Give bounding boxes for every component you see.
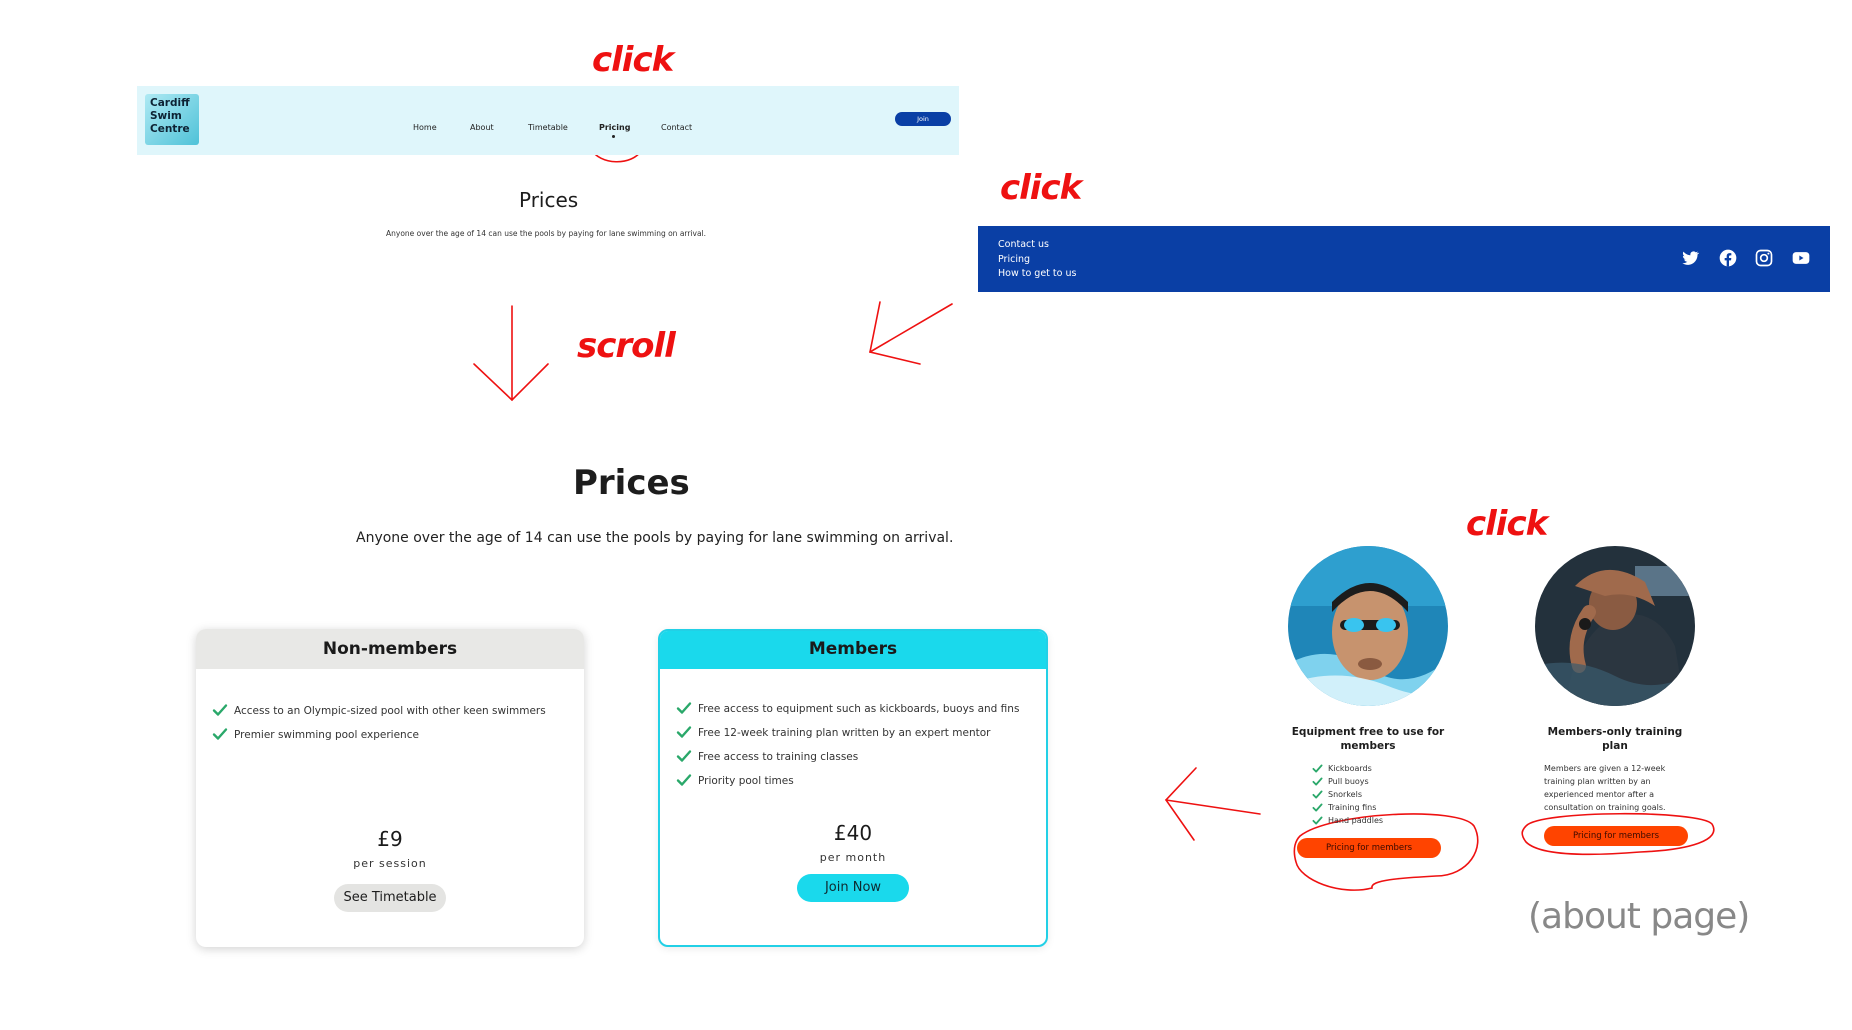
footer-link-pricing[interactable]: Pricing: [998, 254, 1030, 265]
card-period: per session: [353, 857, 427, 870]
nav-pricing[interactable]: Pricing: [599, 123, 630, 132]
card-title: Non-members: [196, 629, 584, 669]
list-item: Snorkels: [1312, 788, 1432, 801]
join-now-button[interactable]: Join Now: [797, 874, 909, 902]
footer-arrow-shaft: [869, 303, 953, 353]
list-item: Kickboards: [1312, 762, 1432, 775]
swimmer-stretching-image: [1535, 546, 1695, 706]
about-arrow-shaft: [1165, 799, 1261, 815]
equipment-list: Kickboards Pull buoys Snorkels Training …: [1312, 762, 1432, 827]
nav-active-dot: [612, 135, 615, 138]
nav-timetable[interactable]: Timetable: [528, 123, 568, 132]
youtube-icon[interactable]: [1791, 248, 1811, 268]
check-icon: [1312, 777, 1323, 786]
instagram-icon[interactable]: [1754, 248, 1774, 268]
pricing-card-members: Members Free access to equipment such as…: [658, 629, 1048, 947]
check-icon: [1312, 764, 1323, 773]
about-training-title: Members-only training plan: [1547, 726, 1683, 752]
check-icon: [676, 774, 692, 786]
small-prices-title: Prices: [519, 188, 579, 212]
small-prices-subtitle: Anyone over the age of 14 can use the po…: [386, 229, 707, 238]
about-page-label: (about page): [1528, 896, 1750, 937]
nav-home[interactable]: Home: [413, 123, 437, 132]
logo-line: Swim: [150, 110, 182, 122]
check-icon: [212, 704, 228, 716]
nav-contact[interactable]: Contact: [661, 123, 692, 132]
swimmer-goggles-image: [1288, 546, 1448, 706]
site-logo[interactable]: Cardiff Swim Centre: [145, 94, 199, 145]
check-icon: [676, 750, 692, 762]
prices-title: Prices: [573, 463, 690, 503]
training-description: Members are given a 12-week training pla…: [1544, 764, 1666, 812]
card-price: £40: [833, 821, 873, 845]
list-item: Pull buoys: [1312, 775, 1432, 788]
card-feature: Free access to training classes: [660, 745, 1046, 769]
card-feature: Free 12-week training plan written by an…: [660, 721, 1046, 745]
card-feature: Priority pool times: [660, 769, 1046, 793]
card-price: £9: [377, 827, 403, 851]
check-icon: [1312, 816, 1323, 825]
logo-line: Cardiff: [150, 97, 190, 109]
footer-link-directions[interactable]: How to get to us: [998, 268, 1076, 279]
check-icon: [1312, 790, 1323, 799]
pricing-for-members-button[interactable]: Pricing for members: [1297, 838, 1441, 858]
about-equipment-title: Equipment free to use for members: [1291, 726, 1445, 752]
training-photo: [1535, 546, 1695, 706]
prices-subtitle: Anyone over the age of 14 can use the po…: [356, 530, 954, 546]
footer-arrow-head: [869, 301, 921, 365]
site-footer: Contact us Pricing How to get to us: [978, 226, 1830, 292]
logo-line: Centre: [150, 123, 190, 135]
check-icon: [676, 702, 692, 714]
check-icon: [676, 726, 692, 738]
see-timetable-button[interactable]: See Timetable: [334, 884, 446, 912]
footer-link-contact[interactable]: Contact us: [998, 239, 1049, 250]
list-item: Training fins: [1312, 801, 1432, 814]
join-button[interactable]: Join: [895, 112, 951, 126]
swimmer-photo: [1288, 546, 1448, 706]
facebook-icon[interactable]: [1718, 248, 1738, 268]
pricing-card-non-members: Non-members Access to an Olympic-sized p…: [196, 629, 584, 947]
twitter-icon[interactable]: [1680, 248, 1700, 268]
pricing-for-members-button-2[interactable]: Pricing for members: [1544, 826, 1688, 846]
card-feature: Premier swimming pool experience: [196, 723, 584, 747]
card-title: Members: [660, 631, 1046, 669]
scroll-arrow-head: [473, 363, 549, 402]
card-feature: Access to an Olympic-sized pool with oth…: [196, 699, 584, 723]
check-icon: [1312, 803, 1323, 812]
nav-about[interactable]: About: [470, 123, 494, 132]
site-header: Cardiff Swim Centre Home About Timetable…: [137, 86, 959, 155]
list-item: Hand paddles: [1312, 814, 1432, 827]
card-feature: Free access to equipment such as kickboa…: [660, 697, 1046, 721]
check-icon: [212, 728, 228, 740]
card-period: per month: [819, 851, 887, 864]
